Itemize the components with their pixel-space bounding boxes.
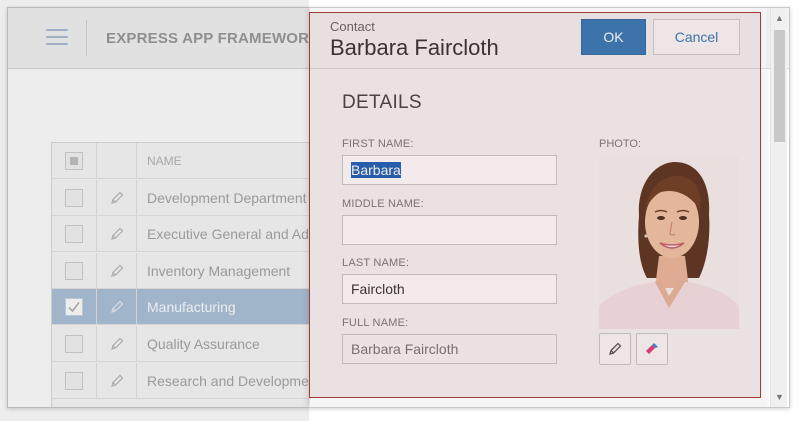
row-check-cell xyxy=(52,253,97,288)
photo-label: PHOTO: xyxy=(599,138,641,150)
portrait-image xyxy=(599,156,739,329)
last-name-field[interactable]: Faircloth xyxy=(342,274,557,304)
pencil-icon[interactable] xyxy=(109,263,125,279)
row-check-cell xyxy=(52,216,97,251)
pencil-icon[interactable] xyxy=(109,299,125,315)
row-checkbox-checked[interactable] xyxy=(65,298,83,316)
pencil-icon[interactable] xyxy=(109,190,125,206)
edit-photo-button[interactable] xyxy=(599,333,631,365)
first-name-value: Barbara xyxy=(351,162,401,178)
last-name-label: LAST NAME: xyxy=(342,257,410,269)
app-title: EXPRESS APP FRAMEWORK xyxy=(106,30,321,47)
dialog-header: Contact Barbara Faircloth OK Cancel xyxy=(310,8,767,69)
contact-detail-dialog: Contact Barbara Faircloth OK Cancel DETA… xyxy=(310,8,787,407)
first-name-field[interactable]: Barbara xyxy=(342,155,557,185)
contact-photo xyxy=(599,156,739,329)
row-check-cell xyxy=(52,363,97,398)
clear-photo-button[interactable] xyxy=(636,333,668,365)
row-checkbox[interactable] xyxy=(65,225,83,243)
cancel-button[interactable]: Cancel xyxy=(653,19,740,55)
hamburger-icon[interactable] xyxy=(46,29,68,47)
row-edit-cell xyxy=(97,363,137,398)
checkmark-icon xyxy=(68,302,80,313)
row-name: Development Department xyxy=(147,190,307,206)
header-edit-cell xyxy=(97,143,137,178)
ok-button[interactable]: OK xyxy=(581,19,646,55)
top-bar-divider xyxy=(86,20,87,56)
row-name: Manufacturing xyxy=(147,299,236,315)
select-all-checkbox[interactable] xyxy=(65,152,83,170)
dialog-title: Barbara Faircloth xyxy=(330,35,499,60)
full-name-field: Barbara Faircloth xyxy=(342,334,557,364)
row-edit-cell xyxy=(97,289,137,324)
eraser-icon xyxy=(646,343,658,354)
pencil-icon[interactable] xyxy=(109,226,125,242)
row-name: Quality Assurance xyxy=(147,336,260,352)
row-edit-cell xyxy=(97,180,137,215)
dialog-subtitle: Contact xyxy=(330,19,375,34)
row-check-cell xyxy=(52,326,97,361)
pencil-icon xyxy=(609,342,622,355)
pencil-icon[interactable] xyxy=(109,373,125,389)
row-checkbox[interactable] xyxy=(65,262,83,280)
app-window: EXPRESS APP FRAMEWORK NAME Development D… xyxy=(7,7,790,408)
row-edit-cell xyxy=(97,253,137,288)
scroll-down-arrow[interactable]: ▼ xyxy=(775,392,784,402)
row-check-cell xyxy=(52,180,97,215)
column-header-name[interactable]: NAME xyxy=(147,143,182,179)
row-checkbox[interactable] xyxy=(65,335,83,353)
details-section-title: DETAILS xyxy=(342,92,422,113)
scroll-up-arrow[interactable]: ▲ xyxy=(775,13,784,23)
row-checkbox[interactable] xyxy=(65,372,83,390)
scroll-thumb[interactable] xyxy=(774,30,785,142)
middle-name-field[interactable] xyxy=(342,215,557,245)
first-name-label: FIRST NAME: xyxy=(342,138,414,150)
row-edit-cell xyxy=(97,326,137,361)
pencil-icon[interactable] xyxy=(109,336,125,352)
row-name: Inventory Management xyxy=(147,263,291,279)
row-checkbox[interactable] xyxy=(65,189,83,207)
dialog-scrollbar[interactable]: ▲ ▼ xyxy=(770,8,787,407)
row-edit-cell xyxy=(97,216,137,251)
full-name-label: FULL NAME: xyxy=(342,317,409,329)
row-name: Research and Development xyxy=(147,373,321,389)
middle-name-label: MIDDLE NAME: xyxy=(342,198,424,210)
header-check-cell xyxy=(52,143,97,178)
row-check-cell xyxy=(52,289,97,324)
